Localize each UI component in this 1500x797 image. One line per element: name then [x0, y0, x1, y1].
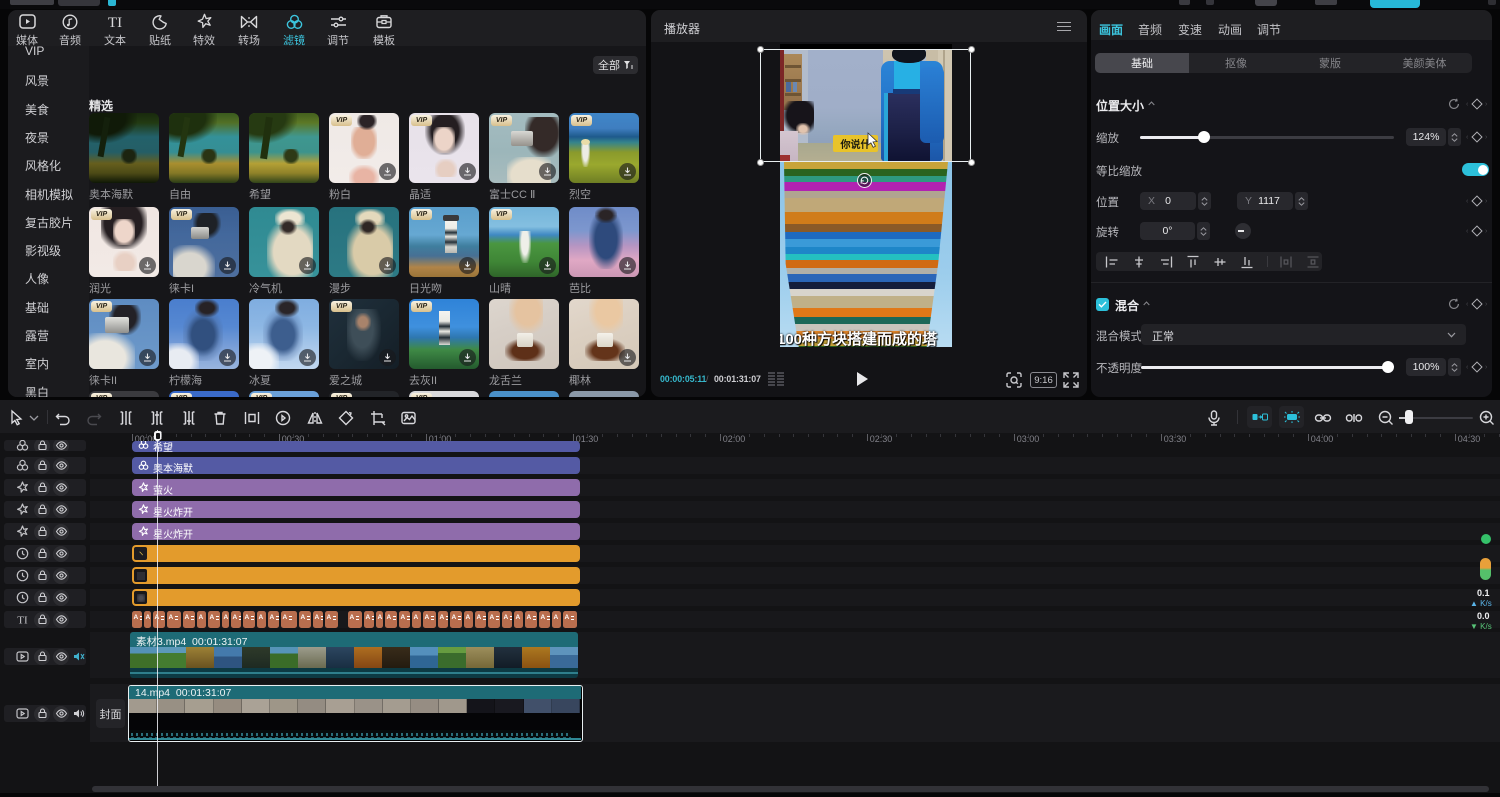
svg-text:TI: TI [108, 15, 122, 29]
svg-text:TI: TI [17, 615, 28, 627]
